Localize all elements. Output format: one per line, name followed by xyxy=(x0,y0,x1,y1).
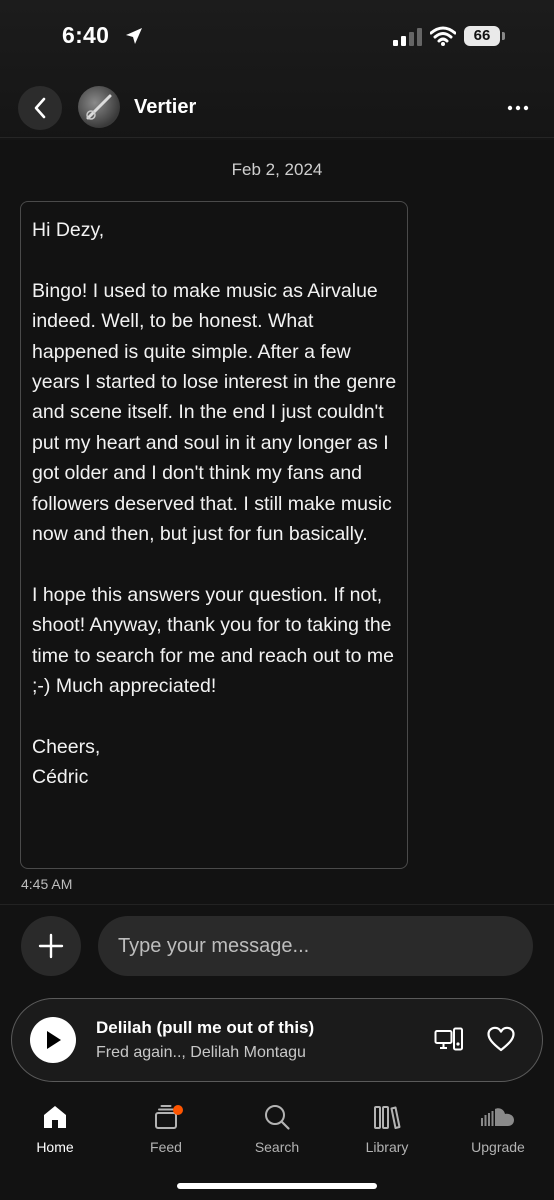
mini-player[interactable]: Delilah (pull me out of this) Fred again… xyxy=(11,998,543,1082)
soundcloud-icon xyxy=(481,1108,514,1126)
battery-indicator: 66 xyxy=(464,26,500,46)
tab-label: Search xyxy=(254,1139,300,1155)
composer-divider xyxy=(0,904,554,905)
battery-nub xyxy=(502,32,505,40)
more-options-icon[interactable] xyxy=(506,98,530,118)
back-button[interactable] xyxy=(18,86,62,130)
message-text: Hi Dezy, Bingo! I used to make music as … xyxy=(32,219,397,789)
add-attachment-button[interactable] xyxy=(21,916,81,976)
devices-icon[interactable] xyxy=(434,1027,464,1058)
play-button[interactable] xyxy=(30,1017,76,1063)
tab-home[interactable]: Home xyxy=(5,1100,105,1155)
tab-search[interactable]: Search xyxy=(227,1100,327,1155)
conversation-header: Vertier xyxy=(0,80,554,136)
tab-label: Feed xyxy=(150,1139,182,1155)
search-icon xyxy=(265,1105,290,1130)
message-bubble[interactable]: Hi Dezy, Bingo! I used to make music as … xyxy=(20,201,408,869)
cellular-signal-icon xyxy=(393,28,423,51)
feed-notification-badge xyxy=(173,1105,183,1115)
tab-upgrade[interactable]: Upgrade xyxy=(448,1100,548,1155)
status-time: 6:40 xyxy=(62,22,110,48)
location-arrow-icon xyxy=(124,26,144,51)
track-artist: Fred again.., Delilah Montagu xyxy=(96,1044,306,1061)
tab-label: Home xyxy=(36,1139,74,1155)
track-title: Delilah (pull me out of this) xyxy=(96,1018,315,1037)
home-icon xyxy=(44,1106,66,1128)
library-icon xyxy=(374,1106,401,1129)
message-time: 4:45 AM xyxy=(21,876,73,892)
tab-library[interactable]: Library xyxy=(337,1100,437,1155)
tab-label: Upgrade xyxy=(471,1139,525,1155)
message-input[interactable] xyxy=(98,916,533,976)
chevron-left-icon xyxy=(34,97,46,119)
message-date: Feb 2, 2024 xyxy=(231,160,323,179)
header-divider xyxy=(0,137,554,138)
wifi-icon xyxy=(429,26,457,51)
tab-label: Library xyxy=(365,1139,409,1155)
status-bar: 6:40 66 xyxy=(0,0,554,70)
like-heart-icon[interactable] xyxy=(487,1026,515,1057)
tab-feed[interactable]: Feed xyxy=(116,1100,216,1155)
conversation-title[interactable]: Vertier xyxy=(134,96,196,119)
plus-icon xyxy=(38,933,64,959)
home-indicator xyxy=(177,1183,377,1189)
avatar[interactable] xyxy=(78,86,120,128)
play-icon xyxy=(47,1031,61,1049)
